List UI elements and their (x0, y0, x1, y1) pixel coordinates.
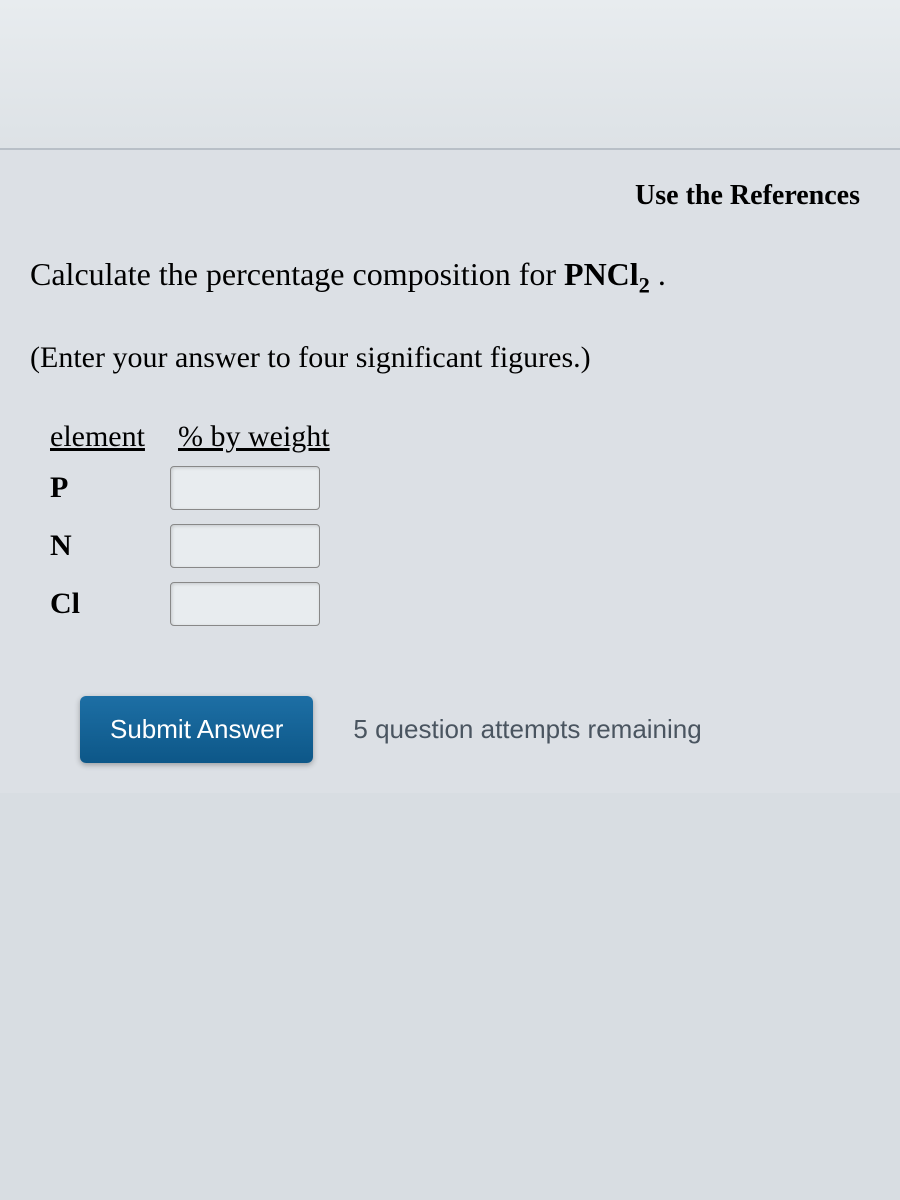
question-prompt: Calculate the percentage composition for… (30, 252, 870, 301)
element-label-p: P (50, 471, 170, 505)
formula-base: PNCl (564, 256, 639, 292)
chemical-formula: PNCl2 (564, 256, 650, 292)
table-header-row: element % by weight (50, 420, 870, 454)
submit-answer-button[interactable]: Submit Answer (80, 696, 313, 763)
table-row: Cl (50, 582, 870, 626)
composition-table: element % by weight P N Cl (50, 420, 870, 626)
percent-input-n[interactable] (170, 524, 320, 568)
table-row: N (50, 524, 870, 568)
prompt-prefix: Calculate the percentage composition for (30, 256, 564, 292)
question-panel: Use the References Calculate the percent… (0, 150, 900, 793)
table-row: P (50, 466, 870, 510)
header-weight: % by weight (178, 420, 378, 454)
formula-subscript: 2 (639, 272, 650, 297)
element-label-n: N (50, 529, 170, 563)
top-toolbar (0, 0, 900, 150)
sigfig-instruction: (Enter your answer to four significant f… (30, 341, 870, 375)
submit-row: Submit Answer 5 question attempts remain… (80, 696, 870, 763)
attempts-remaining: 5 question attempts remaining (353, 714, 701, 745)
percent-input-cl[interactable] (170, 582, 320, 626)
references-link[interactable]: Use the References (30, 180, 870, 212)
element-label-cl: Cl (50, 587, 170, 621)
prompt-suffix: . (650, 256, 666, 292)
header-element: element (50, 420, 170, 454)
percent-input-p[interactable] (170, 466, 320, 510)
